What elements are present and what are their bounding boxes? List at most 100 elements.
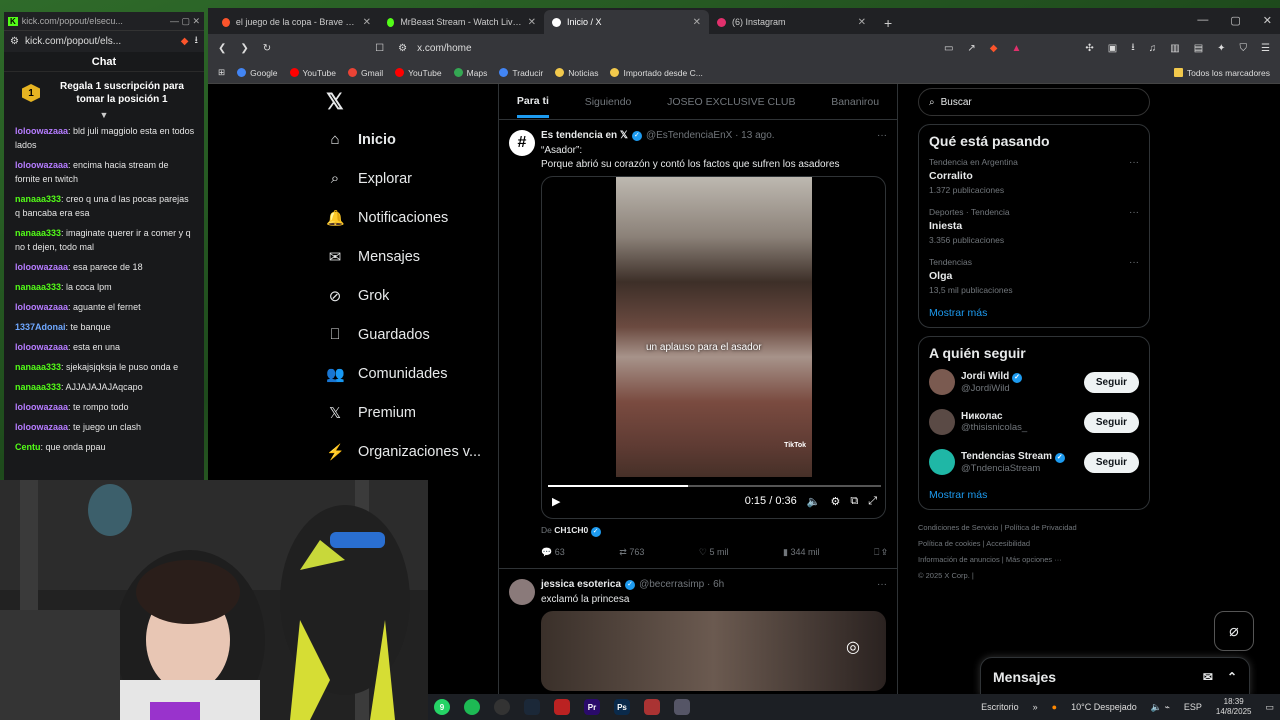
brave-rewards-icon[interactable]: ▲ [1011,43,1021,54]
more-icon[interactable]: ··· [1129,257,1139,268]
bookmark-item[interactable]: Importado desde C... [610,68,703,78]
hashtag-avatar[interactable]: # [509,130,535,156]
browser-tab[interactable]: (6) Instagram ✕ [709,10,874,34]
chat-username[interactable]: 1337Adonai [15,322,66,332]
nav-item[interactable]: ⊘ Grok [326,276,496,315]
obs-icon[interactable] [494,699,510,715]
compose-message-icon[interactable]: ✉ [1203,670,1213,684]
settings-icon[interactable]: ⚙ [830,495,840,508]
timeline-tab[interactable]: Bananirou [831,96,879,108]
timeline-tab[interactable]: Para ti [516,85,549,118]
reload-icon[interactable]: ↻ [263,43,271,54]
chat-username[interactable]: loloowazaaa [15,342,68,352]
nav-item[interactable]: ⚡ Organizaciones v... [326,432,496,471]
all-bookmarks[interactable]: Todos los marcadores [1173,68,1270,78]
app-icon[interactable] [674,699,690,715]
bookmark-item[interactable]: Gmail [347,68,383,78]
steam-icon[interactable] [524,699,540,715]
footer-link[interactable]: Política de Privacidad [1005,523,1077,532]
drawer-controls[interactable]: ✉ ⌃ [1203,670,1237,684]
chat-username[interactable]: nanaaa333 [15,282,61,292]
tab-close-icon[interactable]: ✕ [858,17,866,28]
close-button[interactable]: ✕ [1263,14,1272,27]
new-tab-button[interactable]: + [884,15,892,31]
post-author[interactable]: Es tendencia en 𝕏 [541,130,628,141]
video-frame[interactable]: un aplauso para el asador TikTok [616,177,812,477]
tab-close-icon[interactable]: ✕ [528,17,536,28]
media-icon[interactable]: ♫ [1149,43,1157,54]
download-icon[interactable]: ⭳ [195,33,199,50]
clock[interactable]: 18:39 14/8/2025 [1216,697,1252,717]
menu-icon[interactable]: ☰ [1261,43,1270,54]
fullscreen-icon[interactable]: ⤢ [868,495,877,508]
wallet-icon[interactable]: ▤ [1194,43,1203,54]
views-button[interactable]: ▮ 344 mil [783,547,819,558]
footer-link[interactable]: Información de anuncios [918,555,1000,564]
weather-text[interactable]: 10°C Despejado [1071,702,1137,712]
follow-name[interactable]: Jordi Wild ✓ [961,371,1023,383]
browser-tab[interactable]: MrBeast Stream - Watch Live on Kick ✕ [379,10,544,34]
chat-username[interactable]: nanaaa333 [15,382,61,392]
browser-tab[interactable]: el juego de la copa - Brave Search ✕ [214,10,379,34]
chat-username[interactable]: loloowazaaa [15,402,68,412]
repost-button[interactable]: ⇄ 763 [619,547,644,558]
post-handle[interactable]: @becerrasimp · 6h [639,579,724,590]
post-media[interactable]: ◎ [541,611,886,691]
follow-avatar[interactable] [929,449,955,475]
messages-drawer[interactable]: Mensajes ✉ ⌃ [980,657,1250,696]
language[interactable]: ESP [1184,702,1202,712]
chat-username[interactable]: nanaaa333 [15,228,61,238]
post-handle[interactable]: @EsTendenciaEnX · 13 ago. [646,130,775,141]
follow-suggestion[interactable]: Tendencias Stream ✓ @TndenciaStream Seguir [929,449,1139,475]
bookmark-item[interactable]: Google [237,68,278,78]
bookmark-post-icon[interactable]: ⎕ ⇪ [874,547,887,558]
chat-username[interactable]: loloowazaaa [15,160,68,170]
back-icon[interactable]: ❮ [218,43,226,54]
tab-search-icon[interactable]: ▣ [1108,43,1117,54]
share-icon[interactable]: ↗ [967,43,975,54]
browser-tab[interactable]: Inicio / X ✕ [544,10,709,34]
chat-username[interactable]: loloowazaaa [15,126,68,136]
footer-link[interactable]: Política de cookies [918,539,981,548]
premiere-icon[interactable]: Pr [584,699,600,715]
spotify-icon[interactable] [464,699,480,715]
follow-suggestion[interactable]: Jordi Wild ✓ @JordiWild Seguir [929,369,1139,395]
more-icon[interactable]: ··· [1129,157,1139,168]
sidebar-icon[interactable]: ▥ [1170,43,1179,54]
trend-item[interactable]: Deportes · Tendencia Iniesta 3.356 publica… [929,207,1139,245]
reply-button[interactable]: 💬 63 [541,547,565,558]
gift-sub-promo[interactable]: 1 Regala 1 suscripción para tomar la pos… [4,72,204,110]
vpn-icon[interactable]: ⛉ [1240,43,1248,54]
nav-item[interactable]: ⌕ Explorar [326,159,496,198]
voicemeeter-icon[interactable] [644,699,660,715]
video-player[interactable]: un aplauso para el asador TikTok ▶ 0:15 … [541,176,886,519]
footer-link[interactable]: © 2025 X Corp. [918,571,970,580]
bookmark-item[interactable]: Noticias [555,68,598,78]
follow-suggestion[interactable]: Николас @thisisnicolas_ Seguir [929,409,1139,435]
collapse-icon[interactable]: ▼ [4,110,204,120]
bookmark-item[interactable]: Traducir [499,68,543,78]
tray-icons[interactable]: 🔈 ⌁ [1151,702,1170,713]
chat-username[interactable]: loloowazaaa [15,302,68,312]
nav-item[interactable]: 𝕏 Premium [326,393,496,432]
more-icon[interactable]: ··· [1129,207,1139,218]
nav-item[interactable]: ⌂ Inicio [326,120,496,159]
volume-icon[interactable]: 🔈 [807,495,821,508]
bookmark-item[interactable]: YouTube [395,68,442,78]
overflow-icon[interactable]: » [1033,702,1038,712]
brave-shield-icon[interactable]: ◆ [181,36,189,47]
leo-icon[interactable]: ✦ [1217,43,1225,54]
whatsapp-icon[interactable]: 9 [434,699,450,715]
post-jessica[interactable]: jessica esoterica ✓ @becerrasimp · 6h ··· e… [499,568,897,691]
downloads-icon[interactable]: ⭳ [1131,40,1135,57]
like-button[interactable]: ♡ 5 mil [699,547,729,558]
chat-username[interactable]: loloowazaaa [15,262,68,272]
game-icon[interactable] [554,699,570,715]
forward-icon[interactable]: ❯ [240,43,248,54]
follow-button[interactable]: Seguir [1083,451,1139,473]
x-logo-icon[interactable]: 𝕏 [326,84,496,120]
timeline-tab[interactable]: JOSEO EXCLUSIVE CLUB [667,96,795,108]
minimize-button[interactable]: — [1197,14,1208,27]
follow-avatar[interactable] [929,409,955,435]
extensions-icon[interactable]: ✣ [1085,43,1093,54]
